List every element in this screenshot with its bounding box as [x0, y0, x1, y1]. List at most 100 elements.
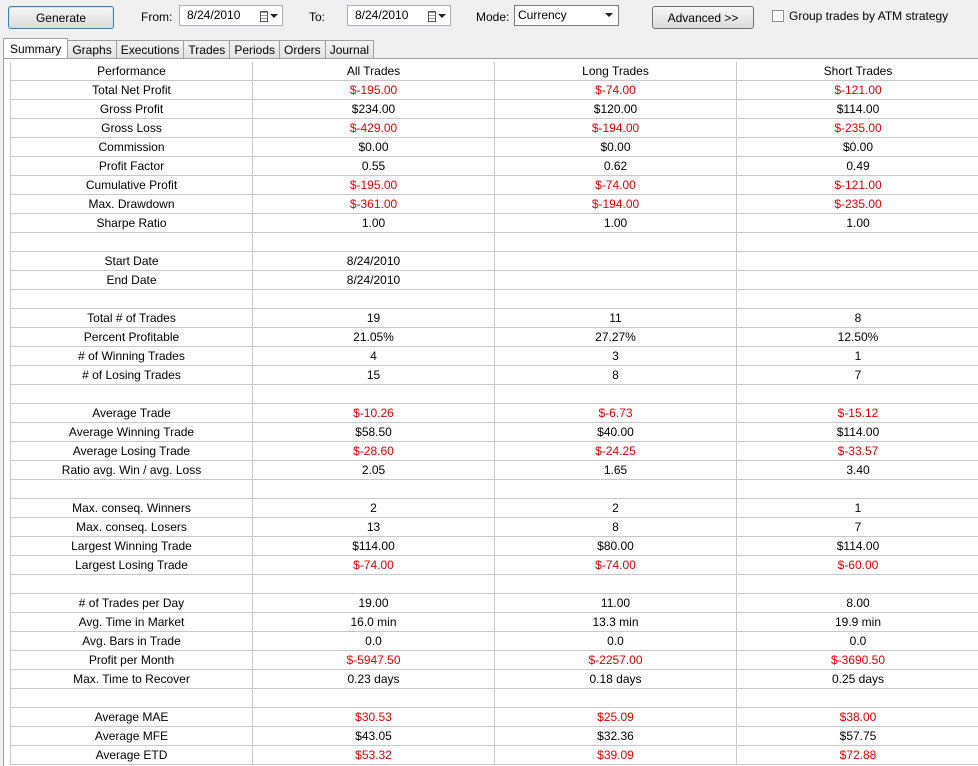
- table-cell: 2: [494, 498, 737, 518]
- table-cell: [494, 574, 737, 594]
- table-cell: $57.75: [736, 726, 978, 746]
- row-label: Average Trade: [10, 403, 253, 423]
- row-label: Average ETD: [10, 745, 253, 765]
- table-cell: $-5947.50: [252, 650, 495, 670]
- chevron-down-icon[interactable]: [605, 13, 613, 17]
- table-cell: 16.0 min: [252, 612, 495, 632]
- table-cell: [736, 688, 978, 708]
- table-cell: 0.25 days: [736, 669, 978, 689]
- column-header: Short Trades: [736, 62, 978, 81]
- table-cell: $32.36: [494, 726, 737, 746]
- performance-table: Performance All Trades Long Trades Short Tr…: [10, 62, 978, 765]
- table-row: Average Losing Trade $-28.60 $-24.25 $-33.5…: [10, 441, 978, 461]
- table-cell: 21.05%: [252, 327, 495, 347]
- row-label: [10, 574, 253, 594]
- table-row: Total # of Trades 19 11 8: [10, 308, 978, 328]
- table-cell: [252, 384, 495, 404]
- table-cell: $38.00: [736, 707, 978, 727]
- tab-summary[interactable]: Summary: [3, 38, 69, 59]
- table-cell: [252, 289, 495, 309]
- row-label: # of Losing Trades: [10, 365, 253, 385]
- calendar-dropdown-icon[interactable]: [260, 9, 278, 23]
- table-cell: [736, 289, 978, 309]
- table-cell: $-121.00: [736, 175, 978, 195]
- to-date-picker[interactable]: 8/24/2010: [347, 5, 451, 26]
- tab-executions[interactable]: Executions: [116, 40, 185, 59]
- spacer-row: [10, 574, 978, 594]
- table-header-row: Performance All Trades Long Trades Short Tr…: [10, 62, 978, 81]
- row-label: Gross Profit: [10, 99, 253, 119]
- table-cell: [736, 232, 978, 252]
- table-cell: 7: [736, 517, 978, 537]
- table-cell: $-121.00: [736, 80, 978, 100]
- table-cell: $-361.00: [252, 194, 495, 214]
- spacer-row: [10, 289, 978, 309]
- row-label: [10, 289, 253, 309]
- table-cell: $58.50: [252, 422, 495, 442]
- table-cell: 1: [736, 498, 978, 518]
- mode-label: Mode:: [476, 10, 510, 24]
- from-date-value: 8/24/2010: [187, 8, 241, 22]
- table-cell: 8.00: [736, 593, 978, 613]
- table-row: Cumulative Profit $-195.00 $-74.00 $-121.00: [10, 175, 978, 195]
- row-label: Profit per Month: [10, 650, 253, 670]
- tab-graphs[interactable]: Graphs: [68, 40, 117, 59]
- row-label: Total Net Profit: [10, 80, 253, 100]
- row-label: Largest Winning Trade: [10, 536, 253, 556]
- advanced-button[interactable]: Advanced >>: [652, 6, 754, 29]
- tab-periods[interactable]: Periods: [230, 40, 280, 59]
- calendar-dropdown-icon[interactable]: [428, 9, 446, 23]
- table-row: Average ETD $53.32 $39.09 $72.88: [10, 745, 978, 765]
- table-row: Largest Winning Trade $114.00 $80.00 $114.0…: [10, 536, 978, 556]
- table-cell: 0.0: [252, 631, 495, 651]
- table-cell: $114.00: [736, 99, 978, 119]
- table-cell: $-195.00: [252, 80, 495, 100]
- to-date-value: 8/24/2010: [355, 8, 409, 22]
- table-cell: 0.0: [736, 631, 978, 651]
- row-label: Average MAE: [10, 707, 253, 727]
- table-cell: 8/24/2010: [252, 270, 495, 290]
- table-cell: 11: [494, 308, 737, 328]
- group-trades-label[interactable]: Group trades by ATM strategy: [789, 9, 948, 23]
- table-cell: $-74.00: [252, 555, 495, 575]
- table-cell: $43.05: [252, 726, 495, 746]
- table-cell: $80.00: [494, 536, 737, 556]
- table-cell: $-74.00: [494, 80, 737, 100]
- table-cell: 11.00: [494, 593, 737, 613]
- mode-select-value: Currency: [518, 8, 567, 22]
- table-cell: [252, 574, 495, 594]
- tab-trades[interactable]: Trades: [184, 40, 231, 59]
- generate-button[interactable]: Generate: [8, 6, 114, 29]
- row-label: Average Winning Trade: [10, 422, 253, 442]
- table-row: # of Losing Trades 15 8 7: [10, 365, 978, 385]
- row-label: Max. conseq. Losers: [10, 517, 253, 537]
- table-cell: $114.00: [736, 422, 978, 442]
- row-label: [10, 688, 253, 708]
- table-cell: $-24.25: [494, 441, 737, 461]
- group-trades-checkbox[interactable]: [772, 10, 784, 22]
- table-row: Profit Factor 0.55 0.62 0.49: [10, 156, 978, 176]
- table-row: Largest Losing Trade $-74.00 $-74.00 $-60.0…: [10, 555, 978, 575]
- table-cell: $30.53: [252, 707, 495, 727]
- table-cell: $-429.00: [252, 118, 495, 138]
- table-cell: [252, 232, 495, 252]
- mode-select[interactable]: Currency: [514, 5, 619, 26]
- table-cell: $-15.12: [736, 403, 978, 423]
- table-cell: [736, 270, 978, 290]
- row-label: Cumulative Profit: [10, 175, 253, 195]
- row-label: Gross Loss: [10, 118, 253, 138]
- table-cell: [494, 688, 737, 708]
- tab-journal[interactable]: Journal: [325, 40, 375, 59]
- row-label: [10, 479, 253, 499]
- table-cell: [736, 384, 978, 404]
- table-cell: 3.40: [736, 460, 978, 480]
- row-label: End Date: [10, 270, 253, 290]
- table-cell: $-195.00: [252, 175, 495, 195]
- table-cell: $40.00: [494, 422, 737, 442]
- table-row: Max. Time to Recover 0.23 days 0.18 days 0.…: [10, 669, 978, 689]
- table-cell: 13.3 min: [494, 612, 737, 632]
- table-cell: 1.65: [494, 460, 737, 480]
- tab-orders[interactable]: Orders: [280, 40, 326, 59]
- table-row: End Date 8/24/2010: [10, 270, 978, 290]
- from-date-picker[interactable]: 8/24/2010: [179, 5, 283, 26]
